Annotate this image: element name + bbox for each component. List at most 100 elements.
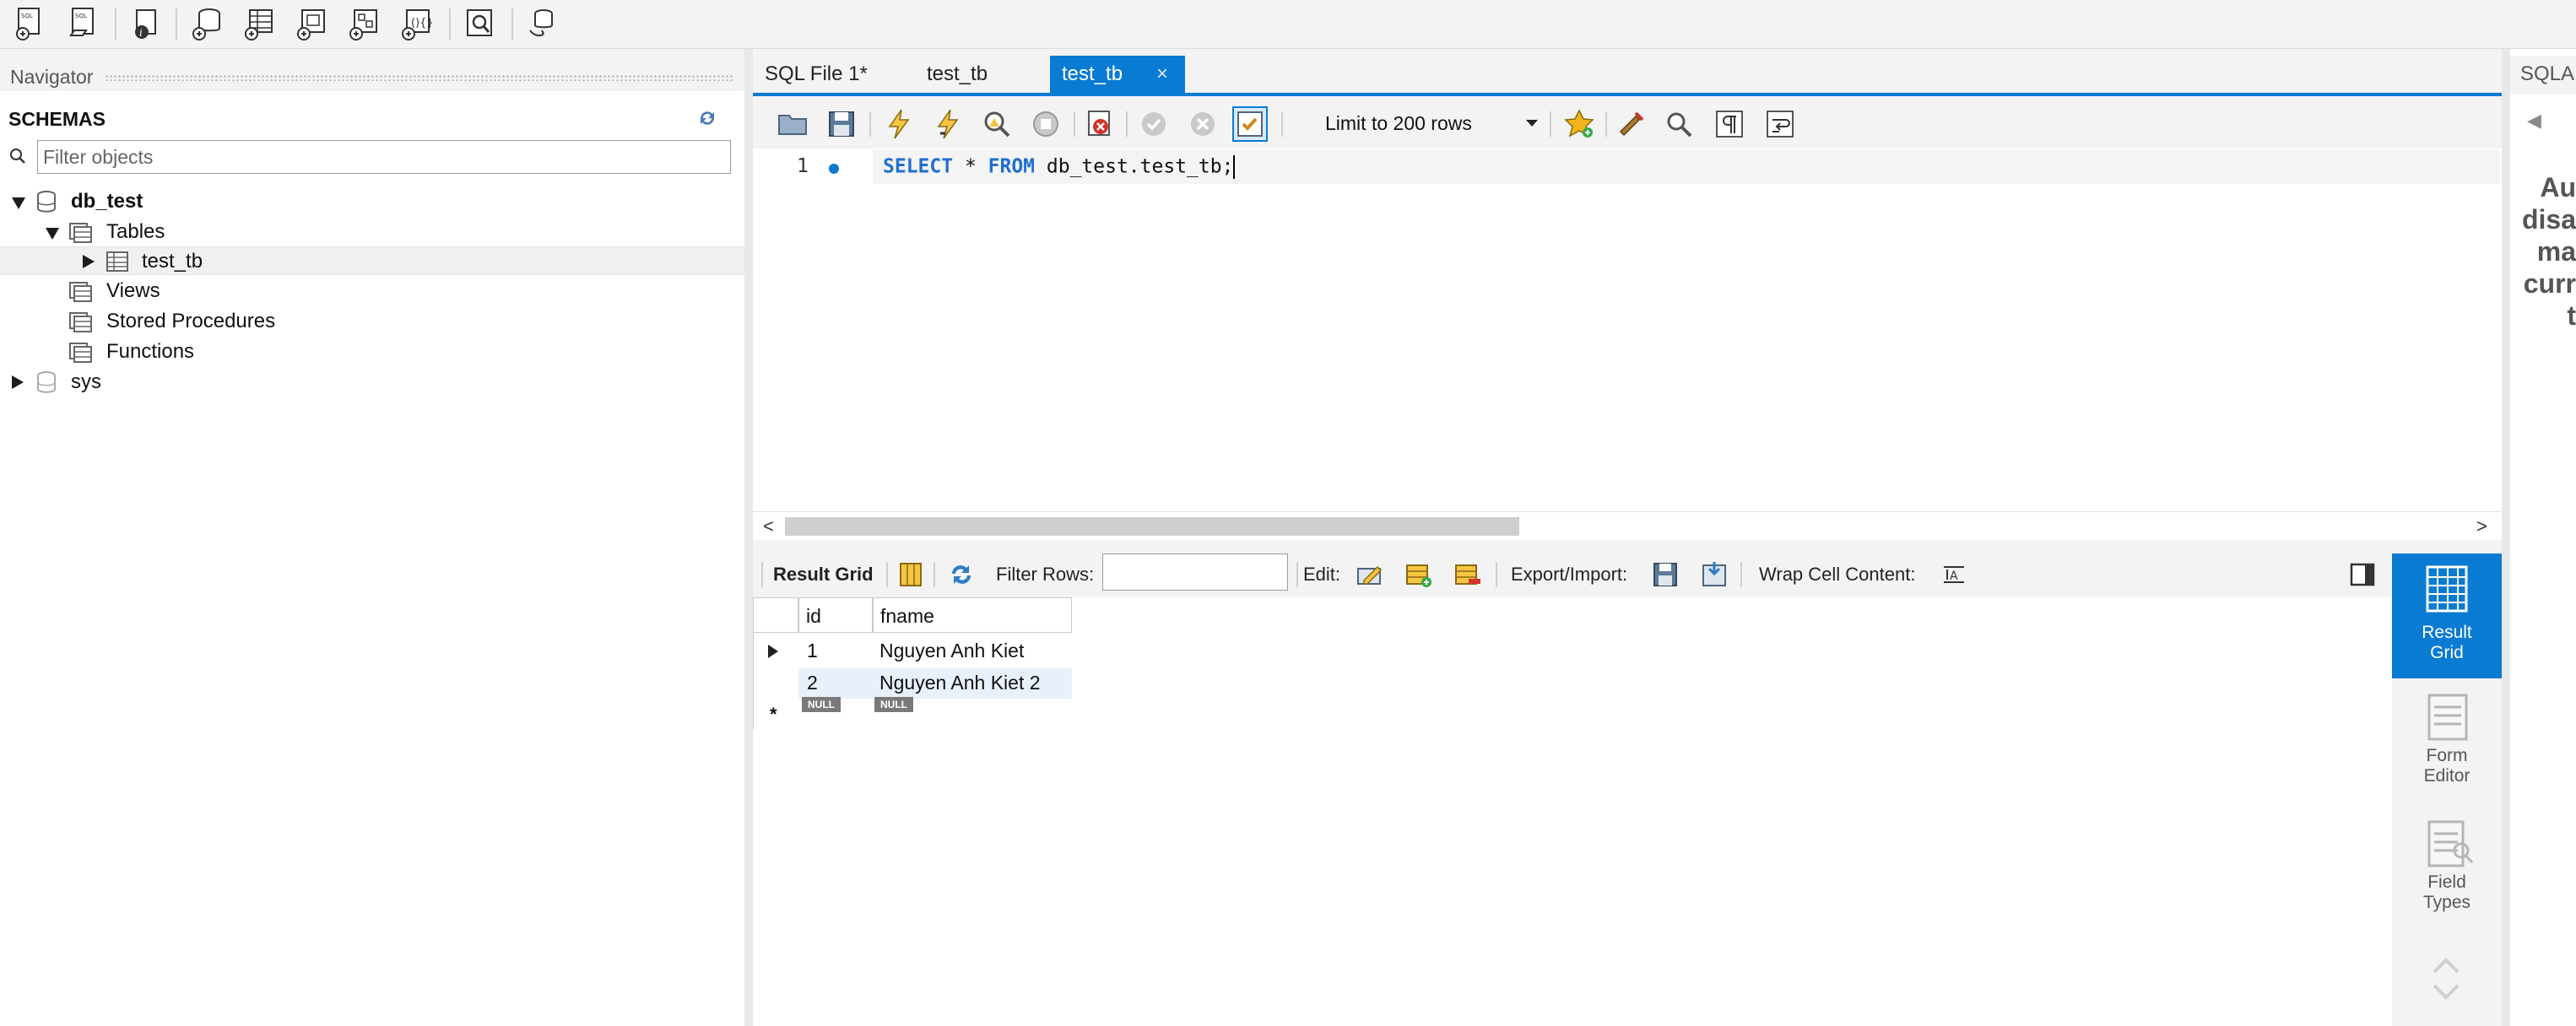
beautify-icon[interactable] — [1614, 106, 1649, 142]
scroll-right-icon[interactable]: > — [2476, 516, 2487, 537]
tab-test-tb-2[interactable]: test_tb × — [1050, 56, 1185, 93]
tab-test-tb-1[interactable]: test_tb — [915, 56, 1025, 93]
toggle-error-icon[interactable] — [1082, 106, 1118, 142]
edit-row-icon[interactable] — [1354, 559, 1386, 591]
back-arrow-icon[interactable]: ◀ — [2527, 110, 2541, 132]
navigator-title: Navigator — [10, 66, 94, 88]
result-grid: id fname 1 Nguyen Anh Kiet 2 Nguyen Anh … — [753, 597, 2392, 1026]
invisible-characters-icon[interactable] — [1712, 106, 1747, 142]
reconnect-icon[interactable] — [522, 3, 562, 44]
open-folder-icon[interactable] — [775, 106, 810, 142]
execute-current-statement-icon[interactable] — [930, 106, 966, 142]
search-icon — [10, 148, 25, 164]
expand-arrow-icon[interactable] — [46, 228, 59, 240]
navigator-splitter[interactable] — [744, 49, 753, 1026]
field-types-button[interactable]: Field Types — [2392, 808, 2502, 933]
wrap-lines-icon[interactable] — [1762, 106, 1798, 142]
refresh-results-icon[interactable] — [945, 559, 977, 591]
toggle-side-panel-icon[interactable] — [2346, 559, 2378, 591]
form-editor-icon — [2427, 694, 2468, 741]
open-sql-file-icon[interactable]: SQL — [64, 3, 105, 44]
tab-sql-file-1[interactable]: SQL File 1* — [753, 56, 896, 93]
tree-schema-sys[interactable]: sys — [0, 368, 744, 397]
table-cell[interactable]: Nguyen Anh Kiet 2 — [879, 672, 1041, 694]
current-row-indicator-icon — [768, 645, 778, 658]
assistant-splitter[interactable] — [2502, 49, 2510, 1026]
export-icon[interactable] — [1649, 559, 1681, 591]
null-badge[interactable]: NULL — [874, 697, 913, 712]
assistant-text-line: Au — [2540, 172, 2576, 202]
null-badge[interactable]: NULL — [802, 697, 841, 712]
find-icon[interactable] — [1661, 106, 1697, 142]
tree-folder-views[interactable]: Views — [0, 277, 744, 305]
sql-editor[interactable]: 1 SELECT * FROM db_test.test_tb; — [753, 148, 2502, 511]
chevron-down-icon[interactable] — [1526, 120, 1538, 127]
import-icon[interactable] — [1698, 559, 1730, 591]
filter-rows-input[interactable] — [1102, 554, 1288, 591]
new-row-marker: * — [770, 704, 777, 725]
delete-row-icon[interactable] — [1452, 559, 1484, 591]
assistant-text-line: curr — [2523, 268, 2576, 299]
scroll-left-icon[interactable]: < — [763, 516, 774, 537]
table-cell[interactable]: Nguyen Anh Kiet — [879, 640, 1024, 662]
refresh-icon[interactable] — [695, 106, 719, 130]
save-icon[interactable] — [824, 106, 859, 142]
create-procedure-icon[interactable] — [344, 3, 385, 44]
filter-objects-input[interactable] — [37, 140, 731, 174]
result-grid-view-button[interactable]: Result Grid — [2392, 554, 2502, 678]
new-sql-tab-icon[interactable]: SQL — [10, 3, 51, 44]
tree-schema-db-test[interactable]: db_test — [0, 187, 744, 216]
expand-arrow-icon[interactable] — [83, 255, 95, 268]
procedures-folder-icon — [69, 312, 92, 332]
scrollbar-thumb[interactable] — [785, 517, 1519, 536]
result-grid-label[interactable]: Result Grid — [773, 564, 874, 586]
side-label-line: Editor — [2423, 766, 2470, 786]
rollback-icon[interactable] — [1185, 106, 1220, 142]
navigator-drag-handle[interactable] — [105, 74, 734, 81]
stop-icon[interactable] — [1028, 106, 1063, 142]
tree-folder-tables[interactable]: Tables — [0, 218, 744, 246]
views-folder-icon — [69, 282, 92, 302]
create-view-icon[interactable] — [292, 3, 333, 44]
result-grid-icon — [2426, 565, 2468, 613]
editor-horizontal-scrollbar[interactable]: < > — [753, 511, 2502, 540]
sql-code-line[interactable]: SELECT * FROM db_test.test_tb; — [883, 155, 1236, 179]
expand-arrow-icon[interactable] — [12, 197, 25, 209]
tree-label: Stored Procedures — [106, 310, 276, 332]
table-cell[interactable]: 2 — [807, 672, 818, 694]
create-function-icon[interactable]: (){} — [397, 3, 437, 44]
insert-row-icon[interactable] — [1403, 559, 1435, 591]
tree-folder-functions[interactable]: Functions — [0, 338, 744, 366]
search-table-data-icon[interactable] — [459, 3, 500, 44]
commit-icon[interactable] — [1136, 106, 1172, 142]
form-editor-button[interactable]: Form Editor — [2392, 682, 2502, 807]
assistant-text-line: disa — [2521, 204, 2576, 235]
row-limit-select[interactable]: Limit to 200 rows — [1317, 108, 1472, 138]
tab-label: test_tb — [1062, 62, 1123, 85]
tree-label: db_test — [71, 190, 143, 213]
side-scroll-arrows-icon[interactable] — [2429, 952, 2463, 1006]
tree-table-test-tb[interactable]: test_tb — [0, 246, 744, 275]
tree-folder-stored-procedures[interactable]: Stored Procedures — [0, 307, 744, 336]
column-header-label: fname — [880, 605, 934, 627]
column-header-fname[interactable]: fname — [873, 597, 1072, 633]
execute-icon[interactable] — [881, 106, 917, 142]
autocommit-toggle-icon[interactable] — [1232, 106, 1268, 142]
editor-tab-strip: SQL File 1* test_tb test_tb × — [753, 56, 2502, 96]
add-snippet-icon[interactable] — [1561, 106, 1597, 142]
sql-additions-title: SQLA — [2520, 62, 2575, 85]
create-schema-icon[interactable] — [187, 3, 228, 44]
create-table-icon[interactable] — [240, 3, 280, 44]
wrap-cell-content-icon[interactable]: A — [1938, 559, 1970, 591]
table-icon — [106, 251, 128, 272]
inspector-icon[interactable]: i — [125, 3, 165, 44]
tree-label: Tables — [106, 220, 165, 243]
explain-icon[interactable] — [979, 106, 1015, 142]
table-cell[interactable]: 1 — [807, 640, 818, 662]
column-header-id[interactable]: id — [798, 597, 873, 633]
grid-layout-icon[interactable] — [895, 559, 927, 591]
expand-arrow-icon[interactable] — [12, 375, 24, 389]
close-icon[interactable]: × — [1156, 62, 1168, 86]
tables-folder-icon — [69, 223, 92, 243]
tree-label: Functions — [106, 340, 195, 363]
